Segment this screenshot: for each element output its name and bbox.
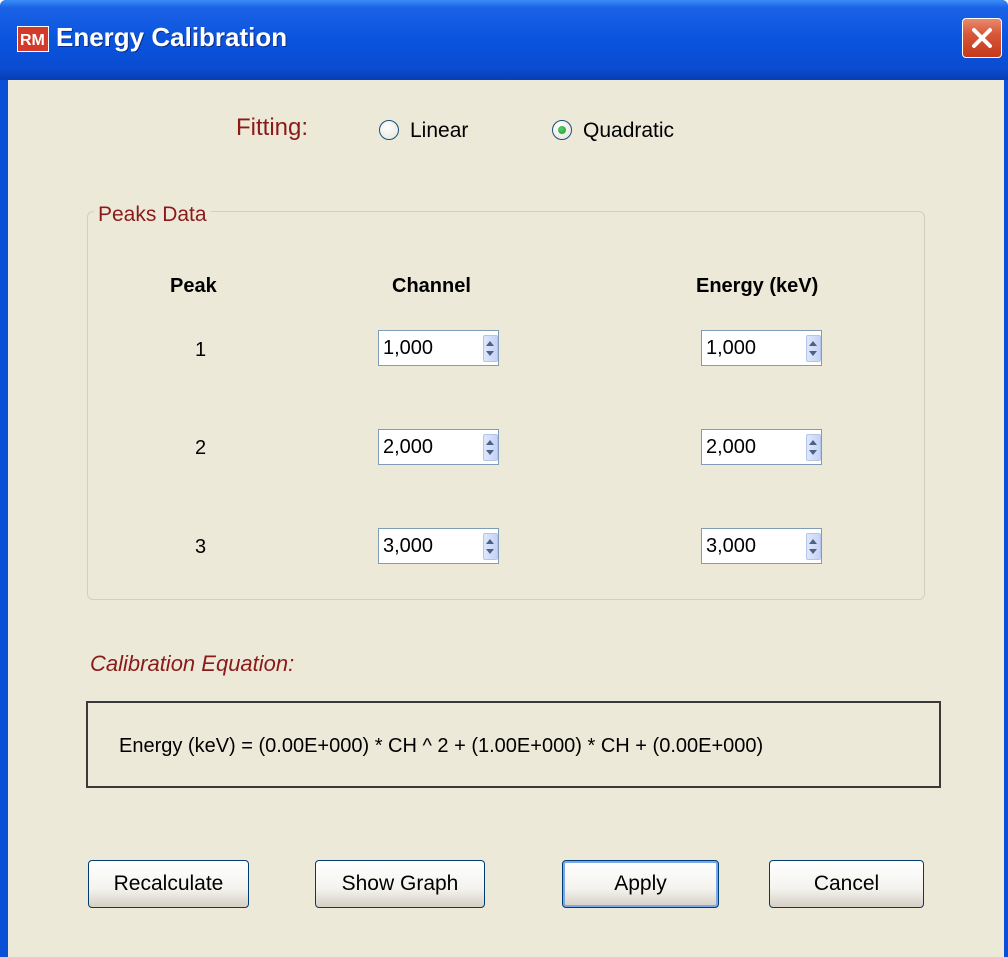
energy-spinbox[interactable]: 3,000: [701, 528, 822, 564]
channel-value[interactable]: 2,000: [383, 436, 433, 459]
energy-calibration-window: RM Energy Calibration Fitting: Linear Qu…: [0, 0, 1008, 957]
energy-value[interactable]: 1,000: [706, 337, 756, 360]
radio-quadratic-circle[interactable]: [552, 120, 572, 140]
spin-down-icon[interactable]: [486, 450, 494, 455]
radio-quadratic[interactable]: Quadratic: [552, 118, 712, 144]
radio-selected-dot: [558, 126, 566, 134]
spin-up-icon[interactable]: [809, 341, 817, 346]
header-energy: Energy (keV): [696, 275, 819, 297]
energy-spinbox[interactable]: 2,000: [701, 429, 822, 465]
peak-number: 2: [195, 437, 207, 459]
fitting-label: Fitting:: [236, 114, 309, 141]
radio-linear-label: Linear: [410, 119, 469, 142]
cancel-button[interactable]: Cancel: [769, 860, 924, 908]
radio-linear[interactable]: Linear: [379, 118, 499, 144]
show-graph-button[interactable]: Show Graph: [315, 860, 485, 908]
radio-linear-circle[interactable]: [379, 120, 399, 140]
channel-spinbox[interactable]: 1,000: [378, 330, 499, 366]
radio-quadratic-label: Quadratic: [583, 119, 675, 142]
spin-down-icon[interactable]: [486, 351, 494, 356]
peak-number: 1: [195, 339, 207, 361]
title-bar[interactable]: RM Energy Calibration: [0, 0, 1008, 80]
dialog-body: Fitting: Linear Quadratic Peaks Data Pea…: [8, 80, 1004, 957]
spin-down-icon[interactable]: [809, 450, 817, 455]
apply-button[interactable]: Apply: [562, 860, 719, 908]
channel-value[interactable]: 1,000: [383, 337, 433, 360]
recalculate-button[interactable]: Recalculate: [88, 860, 249, 908]
spin-up-icon[interactable]: [809, 440, 817, 445]
spin-buttons[interactable]: [483, 434, 498, 461]
channel-value[interactable]: 3,000: [383, 535, 433, 558]
header-channel: Channel: [392, 275, 471, 297]
spin-down-icon[interactable]: [809, 549, 817, 554]
svg-text:RM: RM: [20, 32, 45, 49]
spin-up-icon[interactable]: [486, 440, 494, 445]
window-title: Energy Calibration: [56, 22, 288, 52]
peaks-data-title: Peaks Data: [94, 203, 211, 227]
calibration-equation-label: Calibration Equation:: [90, 651, 295, 676]
peak-number: 3: [195, 536, 207, 558]
app-icon: RM: [17, 26, 49, 52]
channel-spinbox[interactable]: 3,000: [378, 528, 499, 564]
calibration-equation-text: Energy (keV) = (0.00E+000) * CH ^ 2 + (1…: [119, 735, 764, 757]
energy-value[interactable]: 3,000: [706, 535, 756, 558]
spin-buttons[interactable]: [806, 533, 821, 560]
energy-value[interactable]: 2,000: [706, 436, 756, 459]
energy-spinbox[interactable]: 1,000: [701, 330, 822, 366]
spin-buttons[interactable]: [483, 533, 498, 560]
spin-down-icon[interactable]: [809, 351, 817, 356]
channel-spinbox[interactable]: 2,000: [378, 429, 499, 465]
header-peak: Peak: [170, 275, 217, 297]
spin-down-icon[interactable]: [486, 549, 494, 554]
spin-buttons[interactable]: [806, 434, 821, 461]
close-button[interactable]: [962, 18, 1002, 58]
close-icon: [972, 28, 992, 48]
spin-up-icon[interactable]: [486, 539, 494, 544]
spin-up-icon[interactable]: [486, 341, 494, 346]
spin-up-icon[interactable]: [809, 539, 817, 544]
spin-buttons[interactable]: [483, 335, 498, 362]
spin-buttons[interactable]: [806, 335, 821, 362]
